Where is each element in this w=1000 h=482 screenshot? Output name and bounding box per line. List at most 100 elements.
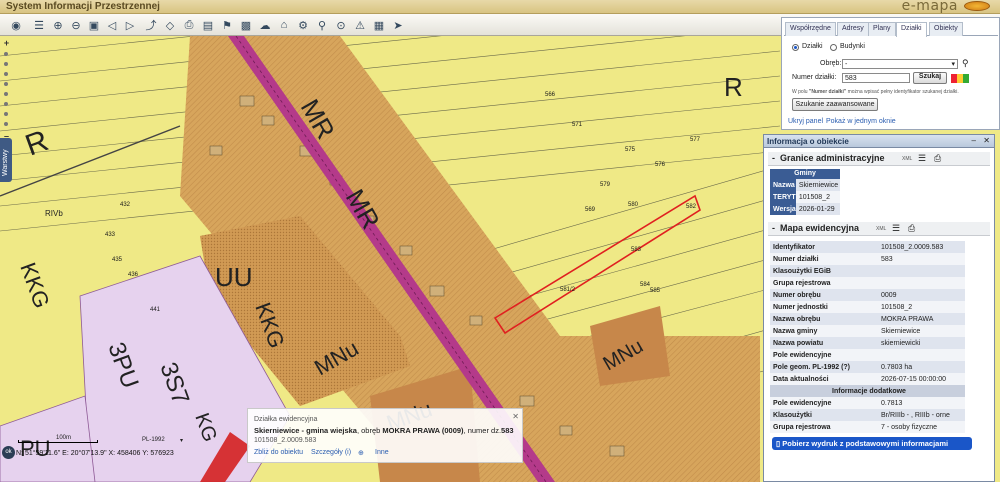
folder-icon[interactable]: ▤ bbox=[200, 17, 216, 33]
ewid-section-header[interactable]: - Mapa ewidencyjna XML ☰ ⎙ bbox=[768, 222, 990, 236]
gminy-value: 101508_2 bbox=[795, 191, 840, 203]
popup-number: 583 bbox=[501, 426, 514, 435]
details-link[interactable]: Szczegóły (i) bbox=[311, 449, 351, 456]
zoom-to-object-link[interactable]: Zbliż do obiektu bbox=[254, 449, 303, 456]
list-icon[interactable]: ☰ bbox=[918, 153, 926, 164]
brand-logo-icon bbox=[964, 1, 990, 11]
numer-dzialki-input[interactable]: 583 bbox=[842, 73, 910, 83]
parcel-number: 581/2 bbox=[560, 287, 576, 293]
search-hint-prefix: W polu bbox=[792, 89, 809, 95]
save-icon[interactable]: ▩ bbox=[238, 17, 254, 33]
admin-section-header[interactable]: - Granice administracyjne XML ☰ ⎙ bbox=[768, 152, 990, 166]
info-title: Informacja o obiekcie bbox=[767, 137, 849, 146]
crs-dropdown-icon[interactable]: ▾ bbox=[180, 437, 183, 444]
zoom-level-dot[interactable] bbox=[4, 112, 8, 116]
search-icon[interactable]: ⚲ bbox=[962, 58, 969, 69]
hide-panel-link[interactable]: Ukryj panel bbox=[788, 118, 823, 125]
table-row: Data aktualności 2026-07-15 00:00:00 bbox=[770, 373, 965, 385]
parcel-number: 579 bbox=[600, 182, 611, 188]
tab-adresy[interactable]: Adresy bbox=[837, 22, 869, 36]
radio-budynki[interactable] bbox=[830, 44, 837, 51]
zoom-level-dot[interactable] bbox=[4, 92, 8, 96]
zoom-in-button[interactable]: + bbox=[2, 39, 11, 48]
zoom-level-dot[interactable] bbox=[4, 102, 8, 106]
layers-icon[interactable]: ☰ bbox=[31, 17, 47, 33]
parcel-number: 580 bbox=[628, 202, 639, 208]
zoom-prev-icon[interactable]: ◁ bbox=[104, 17, 120, 33]
print-icon[interactable]: ⎙ bbox=[908, 223, 915, 234]
ewid-key: Grupa rejestrowa bbox=[770, 277, 878, 289]
parcel-number: 441 bbox=[150, 307, 161, 313]
pin-icon[interactable]: ⚑ bbox=[219, 17, 235, 33]
search-parcel-icon[interactable]: ⊙ bbox=[333, 17, 349, 33]
close-icon[interactable]: ✕ bbox=[983, 136, 990, 145]
search-hint-suffix: można wpisać pełny identyfikator szukane… bbox=[846, 89, 959, 95]
close-icon[interactable]: ✕ bbox=[512, 412, 519, 421]
obreb-select[interactable]: - ▾ bbox=[842, 59, 958, 69]
ewid-key: Numer obrębu bbox=[770, 289, 878, 301]
search-button[interactable]: Szukaj bbox=[913, 72, 947, 84]
print-icon[interactable]: ⎙ bbox=[181, 17, 197, 33]
arrow-icon[interactable]: ➤ bbox=[390, 17, 406, 33]
ewid-key: Klasoużytki bbox=[770, 409, 878, 421]
gminy-key: Wersja bbox=[770, 203, 796, 215]
table-row: Klasoużytki Br/RIIIb - , RIIIb - orne bbox=[770, 409, 965, 421]
zone-label-r3: R bbox=[724, 72, 743, 102]
zoom-level-dot[interactable] bbox=[4, 72, 8, 76]
tab-obiekty[interactable]: Obiekty bbox=[929, 22, 963, 36]
zone-label-rivb: RIVb bbox=[45, 209, 63, 218]
print-info-label: Pobierz wydruk z podstawowymi informacja… bbox=[782, 439, 949, 448]
print-info-button[interactable]: ▯ Pobierz wydruk z podstawowymi informac… bbox=[772, 437, 972, 450]
popup-gmina: Skierniewice - gmina wiejska bbox=[254, 426, 357, 435]
scale-label: 100m bbox=[56, 435, 72, 441]
color-legend-icon[interactable] bbox=[951, 74, 969, 83]
ewid-key[interactable]: Pole geom. PL-1992 (?) bbox=[770, 361, 878, 373]
tab-wspolrzedne[interactable]: Współrzędne bbox=[785, 22, 836, 36]
zoom-level-dot[interactable] bbox=[4, 62, 8, 66]
zoom-next-icon[interactable]: ▷ bbox=[122, 17, 138, 33]
ewid-key: Data aktualności bbox=[770, 373, 878, 385]
plus-icon[interactable]: ⊕ bbox=[358, 449, 364, 457]
zoom-extent-icon[interactable]: ▣ bbox=[86, 17, 102, 33]
zoom-out-icon[interactable]: ⊖ bbox=[68, 17, 84, 33]
table-row: Wersja 2026-01-29 bbox=[770, 203, 840, 215]
settings-icon[interactable]: ⚙ bbox=[295, 17, 311, 33]
radio-dzialki-label: Działki bbox=[802, 43, 823, 50]
measure-area-icon[interactable]: ◇ bbox=[162, 17, 178, 33]
numer-dzialki-label: Numer działki: bbox=[792, 74, 837, 81]
tab-dzialki[interactable]: Działki bbox=[896, 22, 927, 37]
ok-button[interactable]: ok bbox=[2, 446, 15, 459]
warning-icon[interactable]: ⚠ bbox=[352, 17, 368, 33]
home-icon[interactable]: ⌂ bbox=[276, 17, 292, 33]
ewid-value: 0009 bbox=[878, 289, 965, 301]
other-link[interactable]: Inne bbox=[375, 449, 389, 456]
ewid-value: 101508_2.0009.583 bbox=[878, 241, 965, 253]
legend-icon[interactable]: ▦ bbox=[371, 17, 387, 33]
layers-tab[interactable]: Warstwy bbox=[0, 138, 12, 182]
logo-icon[interactable]: ◉ bbox=[4, 17, 28, 33]
print-icon[interactable]: ⎙ bbox=[934, 153, 941, 164]
show-one-window-link[interactable]: Pokaż w jednym oknie bbox=[826, 118, 896, 125]
table-row: Numer działki 583 bbox=[770, 253, 965, 265]
zoom-level-dot[interactable] bbox=[4, 82, 8, 86]
zoom-in-icon[interactable]: ⊕ bbox=[50, 17, 66, 33]
cloud-icon[interactable]: ☁ bbox=[257, 17, 273, 33]
ewid-xml-link[interactable]: XML bbox=[876, 226, 886, 232]
search-map-icon[interactable]: ⚲ bbox=[314, 17, 330, 33]
admin-xml-link[interactable]: XML bbox=[902, 156, 912, 162]
list-icon[interactable]: ☰ bbox=[892, 223, 900, 234]
radio-dzialki[interactable] bbox=[792, 44, 799, 51]
ewid-value: 0.7813 bbox=[878, 397, 965, 409]
tab-plany[interactable]: Plany bbox=[868, 22, 896, 36]
admin-heading-text: Granice administracyjne bbox=[780, 153, 885, 163]
popup-title: Działka ewidencyjna bbox=[254, 416, 318, 423]
advanced-search-button[interactable]: Szukanie zaawansowane bbox=[792, 98, 878, 111]
parcel-number: 576 bbox=[655, 162, 666, 168]
ewid-subheading: Informacje dodatkowe bbox=[770, 385, 965, 397]
ewid-key: Klasoużytki EGiB bbox=[770, 265, 878, 277]
zoom-level-dot[interactable] bbox=[4, 52, 8, 56]
popup-identifier: 101508_2.0009.583 bbox=[254, 437, 317, 444]
minimize-icon[interactable]: – bbox=[972, 136, 976, 145]
zoom-level-dot[interactable] bbox=[4, 122, 8, 126]
measure-line-icon[interactable]: ⤴ bbox=[143, 17, 159, 33]
